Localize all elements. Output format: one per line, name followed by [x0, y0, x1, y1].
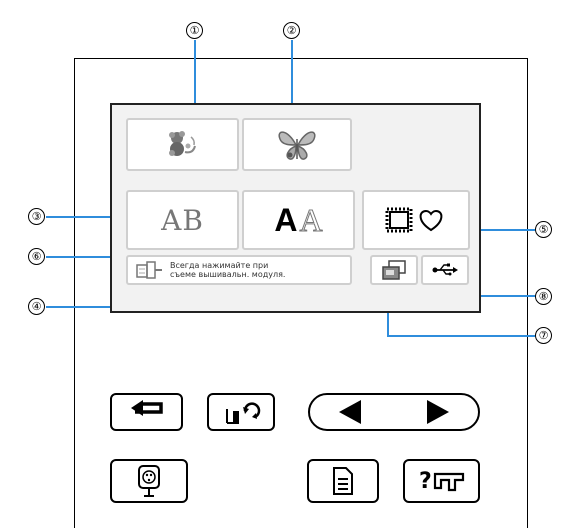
alphabet-ab-label: AB — [161, 203, 204, 237]
return-arrow-icon — [130, 400, 163, 416]
frame-shapes-key[interactable] — [362, 190, 470, 250]
callout-5: ⑤ — [535, 221, 552, 238]
alphabet-aa-outline: A — [299, 201, 323, 238]
butterfly-icon — [278, 131, 316, 160]
embroidery-pattern-key[interactable] — [126, 118, 239, 171]
callout-7: ⑦ — [535, 327, 552, 344]
butterfly-pattern-key[interactable] — [242, 118, 352, 171]
machine-memory-key[interactable] — [370, 255, 418, 285]
left-right-arrows-icon — [339, 400, 449, 424]
usb-icon — [432, 263, 458, 276]
machine-memory-icon — [382, 260, 406, 280]
previous-next-button[interactable] — [308, 393, 480, 431]
alphabet-aa-bold: A — [274, 201, 298, 238]
embroidery-button[interactable] — [110, 459, 188, 503]
presser-foot-button[interactable] — [207, 393, 275, 431]
frame-heart-icon — [385, 207, 443, 233]
svg-text:?: ? — [419, 469, 432, 494]
message-line-1: Всегда нажимайте при — [170, 261, 269, 270]
callout-8: ⑧ — [535, 288, 552, 305]
document-list-icon — [333, 467, 353, 495]
help-button[interactable]: ? — [403, 459, 480, 503]
embroidery-pattern-icon — [168, 130, 196, 156]
callout-3: ③ — [28, 208, 45, 225]
callout-2: ② — [283, 22, 300, 39]
machine-help-icon: ? — [419, 469, 464, 494]
settings-button[interactable] — [307, 459, 379, 503]
alphabet-ab-key[interactable]: AB — [126, 190, 239, 250]
callout-4: ④ — [28, 298, 45, 315]
leader-line-7h — [387, 335, 535, 337]
embroidery-hoop-icon — [138, 465, 160, 497]
message-bar: Всегда нажимайте при съеме вышивальн. мо… — [126, 255, 352, 285]
alphabet-aa-key[interactable]: A A — [242, 190, 355, 250]
presser-foot-icon — [226, 402, 261, 424]
message-line-2: съеме вышивальн. модуля. — [170, 270, 286, 279]
embroidery-unit-icon — [136, 261, 162, 279]
lcd-screen: AB A A Всегда нажимайте при съеме вышива… — [110, 103, 481, 313]
usb-key[interactable] — [421, 255, 469, 285]
callout-6: ⑥ — [28, 248, 45, 265]
callout-1: ① — [186, 22, 203, 39]
back-button[interactable] — [110, 393, 183, 431]
